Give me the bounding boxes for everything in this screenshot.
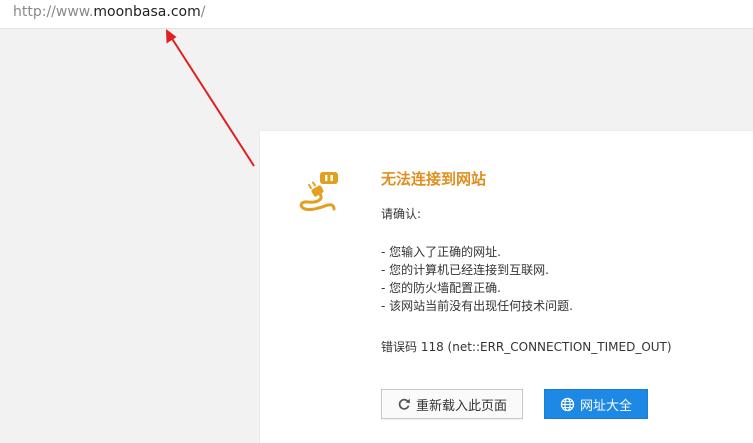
refresh-icon	[397, 397, 411, 411]
check-item: - 您的防火墙配置正确.	[381, 281, 501, 295]
reload-page-button[interactable]: 重新载入此页面	[381, 389, 523, 419]
check-item: - 该网站当前没有出现任何技术问题.	[381, 299, 573, 313]
site-directory-label: 网址大全	[579, 398, 632, 414]
error-title: 无法连接到网站	[381, 170, 487, 188]
site-directory-button[interactable]: 网址大全	[544, 389, 648, 419]
check-item: - 您输入了正确的网址.	[381, 245, 501, 259]
plug-disconnected-icon	[299, 172, 338, 211]
arrow-head	[166, 29, 177, 44]
error-code: 错误码 118 (net::ERR_CONNECTION_TIMED_OUT)	[381, 340, 672, 354]
check-item: - 您的计算机已经连接到互联网.	[381, 263, 549, 277]
address-bar[interactable]: http://www.moonbasa.com/	[0, 0, 753, 29]
error-panel: 无法连接到网站 请确认: - 您输入了正确的网址. - 您的计算机已经连接到互联…	[259, 130, 753, 443]
reload-button-label: 重新载入此页面	[415, 398, 507, 414]
globe-icon	[560, 397, 575, 412]
check-list: - 您输入了正确的网址. - 您的计算机已经连接到互联网. - 您的防火墙配置正…	[381, 243, 573, 315]
url-suffix: /	[200, 4, 206, 20]
url-prefix: http://www.	[13, 4, 94, 20]
arrow-shaft	[170, 36, 255, 167]
confirm-label: 请确认:	[381, 207, 422, 221]
url-domain: moonbasa.com	[93, 4, 201, 20]
url-text[interactable]: http://www.moonbasa.com/	[13, 4, 205, 20]
